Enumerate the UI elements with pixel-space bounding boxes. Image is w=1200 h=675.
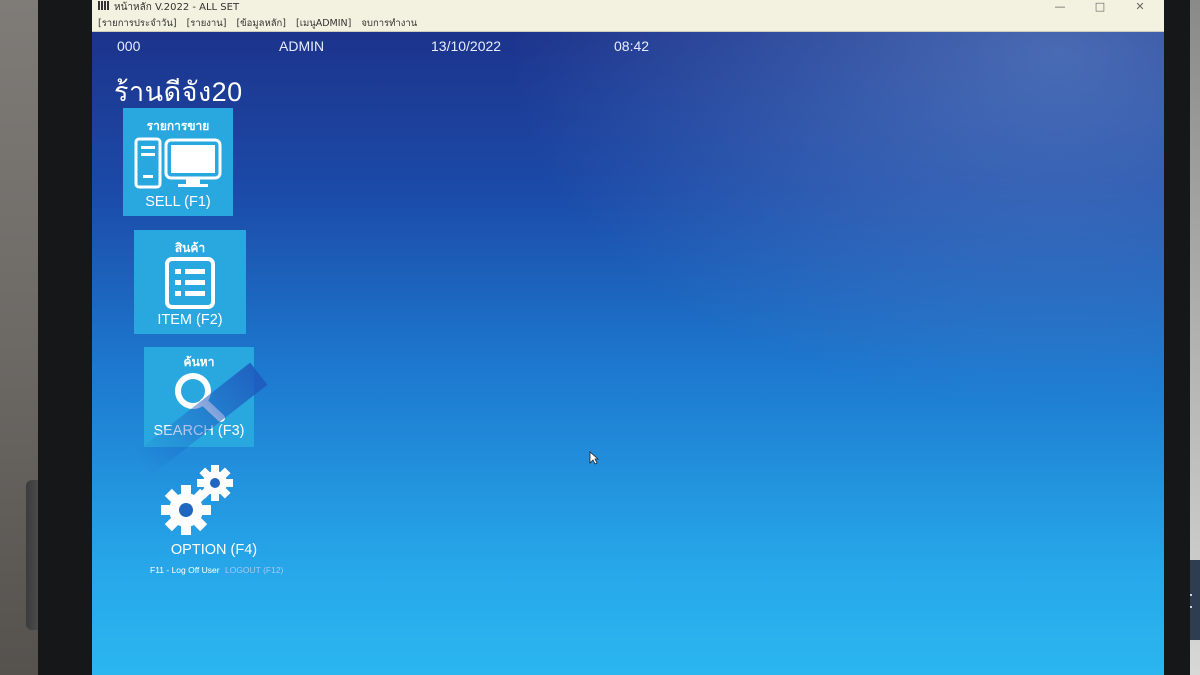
window-controls: — □ ✕ [1054,0,1146,13]
mouse-cursor-icon [589,451,599,465]
menu-item-admin[interactable]: [เมนูADMIN] [296,16,351,30]
current-date: 13/10/2022 [431,38,502,54]
option-button[interactable]: OPTION (F4) [154,460,274,560]
close-icon[interactable]: ✕ [1134,0,1146,13]
status-bar: 000 ADMIN 13/10/2022 08:42 [92,38,1164,56]
item-thai-label: สินค้า [174,241,206,255]
logoff-shortcut[interactable]: F11 - Log Off User [150,565,220,575]
current-user: ADMIN [279,38,325,54]
station-code: 000 [117,38,141,54]
pos-terminal-icon [134,137,222,189]
menu-item-reports[interactable]: [รายงาน] [187,16,227,30]
menu-item-daily[interactable]: [รายการประจำวัน] [98,16,177,30]
search-thai-label: ค้นหา [183,355,215,369]
maximize-icon[interactable]: □ [1094,0,1106,13]
sell-label: SELL (F1) [145,194,211,210]
sell-thai-label: รายการขาย [146,119,210,133]
minimize-icon[interactable]: — [1054,0,1066,13]
current-time: 08:42 [614,38,650,54]
shop-name: ร้านดีจัง20 [114,77,243,107]
shortcut-hint: F11 - Log Off User LOGOUT (F12) [150,565,283,575]
app-screen: หน้าหลัก V.2022 - ALL SET [รายการประจำวั… [92,0,1164,675]
menu-bar: [รายการประจำวัน] [รายงาน] [ข้อมูลหลัก] [… [98,16,417,30]
window-title: หน้าหลัก V.2022 - ALL SET [114,2,240,13]
window-titlebar: หน้าหลัก V.2022 - ALL SET [รายการประจำวั… [92,0,1164,32]
sell-button[interactable]: รายการขาย SELL (F1) [123,108,233,216]
item-button[interactable]: สินค้า ITEM (F2) [134,230,246,334]
menu-item-exit[interactable]: จบการทำงาน [361,16,417,30]
logout-shortcut[interactable]: LOGOUT (F12) [225,565,283,575]
option-label: OPTION (F4) [170,542,258,558]
item-label: ITEM (F2) [157,312,223,328]
list-icon [165,257,215,309]
gears-icon [161,465,233,535]
menu-item-master-data[interactable]: [ข้อมูลหลัก] [236,16,286,30]
app-icon [98,1,110,10]
